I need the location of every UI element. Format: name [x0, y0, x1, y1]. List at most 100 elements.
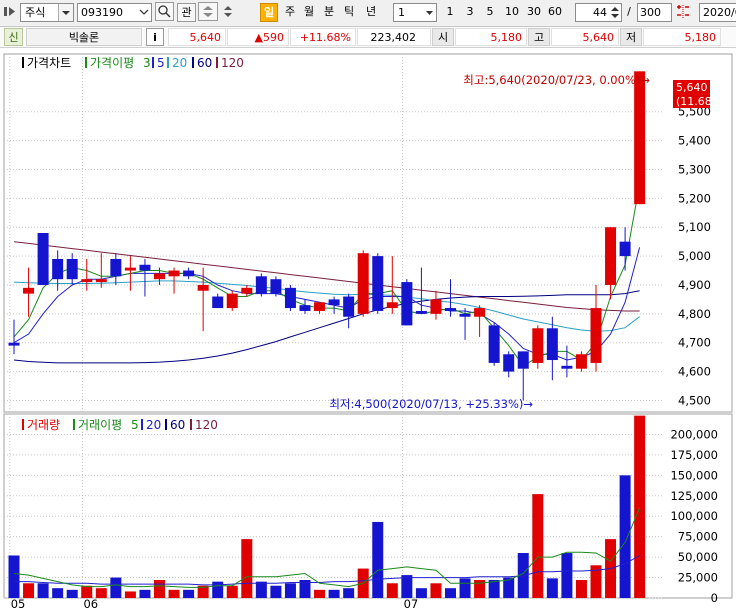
price-legend-ma120: 120 [221, 56, 244, 70]
candle [270, 279, 282, 294]
info-button[interactable]: i [146, 28, 164, 46]
volume-legend-title: 거래량 [27, 418, 60, 432]
candle [255, 276, 267, 294]
candle [52, 258, 64, 280]
period-monthly-button[interactable]: 월 [300, 3, 318, 22]
price-change: ▲590 [227, 28, 289, 46]
candle [139, 264, 151, 271]
minute-10-button[interactable]: 10 [503, 3, 521, 22]
last-price-label: 5,640 [676, 81, 708, 94]
candle [445, 308, 456, 311]
candle [241, 287, 253, 294]
high-label-text: 고 [533, 31, 545, 44]
minute-60-button[interactable]: 60 [546, 3, 564, 22]
volume-tick-label: 25,000 [678, 571, 718, 585]
minute-60-label: 60 [548, 5, 562, 18]
candle [401, 282, 413, 326]
volume-bar [343, 588, 355, 598]
volume-bar [386, 583, 398, 598]
period-yearly-button[interactable]: 년 [362, 3, 380, 22]
price-tick-label: 5,300 [678, 162, 711, 176]
spin-updown[interactable] [220, 2, 236, 21]
period-daily-button[interactable]: 일 [260, 3, 278, 22]
candle [66, 258, 78, 280]
volume-bar [270, 585, 282, 598]
toolbar: 주식 093190 관 일 주 월 분 틱 년 1 1 3 5 10 30 60… [0, 0, 736, 27]
volume-legend-ma5: 5 [131, 418, 139, 432]
candle [343, 296, 355, 317]
volume-legend-ma60: 60 [170, 418, 185, 432]
candle [299, 305, 311, 311]
unit-select[interactable]: 1 [393, 3, 437, 22]
price-tick-label: 4,800 [678, 307, 711, 321]
volume-tick-label: 200,000 [670, 427, 718, 441]
candle [430, 299, 442, 314]
menu-arrow-icon[interactable] [2, 2, 18, 21]
chart-area[interactable]: 5,5005,4005,3005,2005,1005,0004,9004,800… [0, 48, 736, 610]
chevron-down-icon[interactable] [58, 4, 73, 21]
date-input[interactable]: 2020/0 [699, 3, 736, 22]
minute-1-button[interactable]: 1 [444, 3, 456, 22]
count-separator: / [624, 3, 634, 22]
low-price: 5,180 [643, 28, 721, 46]
volume-bar [37, 583, 49, 598]
volume-bar [575, 580, 587, 598]
count-value: 44 [593, 6, 607, 19]
price-legend-ma5: 5 [157, 56, 165, 70]
volume-bar [634, 415, 646, 598]
candle [154, 273, 165, 280]
candle [590, 308, 602, 363]
candle [328, 299, 340, 306]
period-weekly-button[interactable]: 주 [281, 3, 299, 22]
open-price-text: 5,180 [490, 31, 523, 44]
candle [561, 365, 573, 369]
volume-legend-ma120: 120 [195, 418, 218, 432]
trade-volume-text: 223,402 [370, 31, 417, 44]
last-change-label: (11.68%) [676, 95, 727, 108]
volume-bar [255, 581, 267, 598]
volume-bar [328, 589, 340, 598]
candle [183, 270, 195, 277]
price-legend-title: 가격차트 [27, 56, 71, 70]
count-input[interactable]: 44 [575, 3, 622, 22]
candle [503, 354, 515, 372]
spin-updown-icon[interactable] [609, 4, 621, 21]
period-tick-label: 틱 [343, 5, 355, 18]
candle [110, 258, 122, 277]
zoom-control[interactable] [674, 2, 692, 21]
refresh-button[interactable] [198, 2, 218, 21]
max-price-annotation: 최고:5,640(2020/07/23, 0.00%)→ [463, 73, 650, 87]
price-tick-label: 5,200 [678, 191, 711, 205]
refresh-icon [203, 6, 213, 17]
chevron-down-icon[interactable] [423, 4, 436, 21]
candle [372, 256, 384, 311]
candle [488, 325, 500, 363]
volume-tick-label: 175,000 [670, 448, 718, 462]
open-price: 5,180 [455, 28, 527, 46]
volume-bar [226, 585, 238, 598]
candle [8, 342, 20, 346]
period-tick-button[interactable]: 틱 [340, 3, 358, 22]
price-legend-ma60: 60 [197, 56, 212, 70]
total-value: 300 [640, 6, 661, 19]
search-button[interactable] [155, 2, 174, 21]
candle [634, 71, 646, 205]
minute-3-button[interactable]: 3 [464, 3, 476, 22]
volume-tick-label: 100,000 [670, 509, 718, 523]
stock-code-input[interactable]: 093190 [77, 3, 152, 22]
market-select[interactable]: 주식 [20, 3, 74, 22]
interest-button[interactable]: 관 [177, 3, 196, 22]
minute-5-button[interactable]: 5 [484, 3, 496, 22]
chevron-down-icon[interactable] [137, 4, 151, 21]
candle [314, 302, 326, 311]
total-input[interactable]: 300 [637, 3, 672, 22]
minute-30-button[interactable]: 30 [525, 3, 543, 22]
candle [459, 313, 471, 317]
stock-name-text: 빅솔론 [68, 31, 100, 44]
volume-bar [445, 588, 456, 598]
period-minute-button[interactable]: 분 [320, 3, 338, 22]
candle [605, 227, 617, 285]
price-tick-label: 4,500 [678, 393, 711, 407]
stock-code-value: 093190 [81, 6, 123, 19]
candle [124, 267, 136, 271]
